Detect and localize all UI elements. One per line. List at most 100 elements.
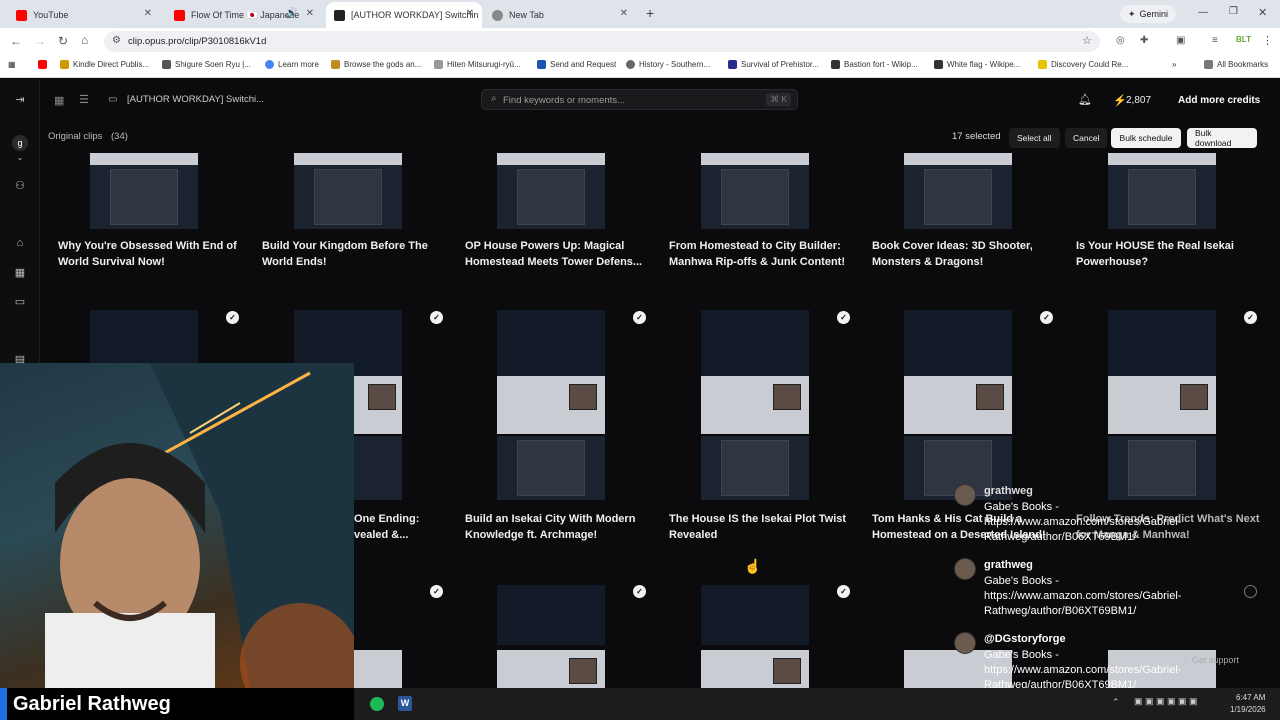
puzzle-icon[interactable]: ✚ [1140,35,1148,46]
selected-checkmark-icon[interactable]: ✓ [1244,311,1257,324]
selected-checkmark-icon[interactable]: ✓ [633,311,646,324]
bookmark-item[interactable]: Learn more [265,60,319,69]
clip-thumbnail[interactable] [354,436,402,500]
grid-view-icon[interactable]: ▦ [54,94,64,107]
select-all-button[interactable]: Select all [1009,128,1060,148]
all-bookmarks-link[interactable]: All Bookmarks [1204,60,1268,69]
clip-title[interactable]: Is Your HOUSE the Real Isekai Powerhouse… [1076,238,1261,270]
new-tab-button[interactable]: + [646,5,654,21]
clip-title[interactable]: Why You're Obsessed With End of World Su… [58,238,243,270]
clip-title[interactable]: Build an Isekai City With Modern Knowled… [465,511,650,543]
clip-thumbnail[interactable] [354,650,402,688]
bookmark-item[interactable]: History - Southern... [626,60,710,69]
reading-list-icon[interactable]: ≡ [1212,35,1218,46]
close-icon[interactable]: ✕ [466,8,474,19]
selected-checkmark-icon[interactable]: ✓ [837,585,850,598]
clip-thumbnail[interactable] [701,650,809,688]
grid-icon[interactable]: ▦ [13,266,27,280]
speaker-icon[interactable]: 🔊 [286,8,298,19]
clip-thumbnail[interactable] [497,310,605,376]
maximize-icon[interactable]: ❐ [1229,6,1238,17]
clip-thumbnail[interactable] [1108,153,1216,229]
clip-thumbnail[interactable] [1108,436,1216,500]
unselected-circle-icon[interactable] [1244,585,1257,598]
clip-thumbnail[interactable] [701,153,809,229]
profile-icon[interactable]: BLT [1236,35,1251,44]
tray-icons[interactable]: ▣ ▣ ▣ ▣ ▣ ▣ [1134,696,1198,707]
bulk-download-button[interactable]: Bulk download [1187,128,1257,148]
close-icon[interactable]: ✕ [144,8,152,19]
clip-thumbnail[interactable] [354,376,402,434]
bookmark-item[interactable]: Bastion fort - Wikip... [831,60,918,69]
bookmark-item[interactable]: Discovery Could Re... [1038,60,1128,69]
search-input[interactable]: ⌕ Find keywords or moments... ⌘ K [481,89,798,110]
home-icon[interactable]: ⌂ [13,237,27,251]
extension-icon[interactable]: ◎ [1116,35,1125,46]
clip-thumbnail[interactable] [701,310,809,376]
bookmark-item[interactable]: Survival of Prehistor... [728,60,819,69]
close-window-icon[interactable]: ✕ [1258,6,1267,19]
home-icon[interactable]: ⌂ [81,33,88,47]
clip-title[interactable]: Build Your Kingdom Before The World Ends… [262,238,447,270]
clip-title[interactable]: Book Cover Ideas: 3D Shooter, Monsters &… [872,238,1057,270]
back-icon[interactable]: ← [10,34,22,48]
clip-thumbnail[interactable] [497,436,605,500]
cancel-button[interactable]: Cancel [1065,128,1108,148]
clip-thumbnail[interactable] [497,650,605,688]
tray-chevron-icon[interactable]: ⌃ [1112,697,1120,708]
list-view-icon[interactable]: ☰ [79,93,89,106]
bulk-schedule-button[interactable]: Bulk schedule [1111,128,1181,148]
spotify-icon[interactable] [370,697,384,711]
clip-thumbnail[interactable] [904,310,1012,376]
close-icon[interactable]: ✕ [306,8,314,19]
bookmark-item[interactable]: Hiten Mitsurugi-ryū... [434,60,521,69]
bookmark-item[interactable]: Browse the gods an... [331,60,421,69]
add-credits-button[interactable]: Add more credits [1178,95,1260,106]
clip-thumbnail[interactable] [701,585,809,645]
apps-icon[interactable]: ▦ [8,60,16,69]
selected-checkmark-icon[interactable]: ✓ [430,311,443,324]
avatar[interactable]: g [12,135,28,151]
word-icon[interactable]: W [398,696,412,711]
more-bookmarks-icon[interactable]: » [1172,60,1176,69]
clip-thumbnail[interactable] [1108,310,1216,376]
reload-icon[interactable]: ↻ [58,34,68,48]
clip-thumbnail[interactable] [701,436,809,500]
selected-checkmark-icon[interactable]: ✓ [430,585,443,598]
clip-thumbnail[interactable] [497,153,605,229]
tab-new-tab[interactable]: New Tab ✕ [484,2,636,28]
tab-flow-of-time[interactable]: Flow Of Time 🇯🇵 Japanese 🔊 ✕ [166,2,322,28]
bookmark-item[interactable]: White flag - Wikipe... [934,60,1020,69]
clip-title[interactable]: One Ending: vealed &... [354,511,444,543]
clip-thumbnail[interactable] [904,376,1012,434]
bell-icon[interactable]: 🔔︎ [1078,93,1092,106]
menu-icon[interactable]: ⋮ [1262,34,1273,47]
clip-thumbnail[interactable] [497,376,605,434]
clip-thumbnail[interactable] [294,153,402,229]
forward-icon[interactable]: → [34,34,46,48]
clip-thumbnail[interactable] [497,585,605,645]
get-support-link[interactable]: ◌ Get support [1184,655,1239,665]
collapse-icon[interactable]: ⇥ [13,93,27,107]
tab-youtube[interactable]: YouTube ✕ [8,2,160,28]
clip-title[interactable]: From Homestead to City Builder: Manhwa R… [669,238,854,270]
bookmark-item[interactable]: Shigure Soen Ryu |... [162,60,251,69]
selected-checkmark-icon[interactable]: ✓ [633,585,646,598]
bookmark-item[interactable]: Kindle Direct Publis... [60,60,149,69]
clip-thumbnail[interactable] [90,153,198,229]
add-user-icon[interactable]: ⚇ [13,179,27,193]
tab-opus-clip[interactable]: [AUTHOR WORKDAY] Switchin ✕ [326,2,482,28]
selected-checkmark-icon[interactable]: ✓ [226,311,239,324]
omnibox[interactable]: ⚙ clip.opus.pro/clip/P3010816kV1d ☆ [104,31,1100,52]
site-info-icon[interactable]: ⚙ [112,35,121,46]
gemini-button[interactable]: ✦ Gemini [1120,5,1177,23]
selected-checkmark-icon[interactable]: ✓ [1040,311,1053,324]
clip-thumbnail[interactable] [904,153,1012,229]
clip-title[interactable]: OP House Powers Up: Magical Homestead Me… [465,238,650,270]
folder-icon[interactable]: ▭ [13,295,27,309]
bookmark-star-icon[interactable]: ☆ [1082,34,1092,47]
clip-title[interactable]: The House IS the Isekai Plot Twist Revea… [669,511,854,543]
minimize-icon[interactable]: — [1198,7,1208,18]
selected-checkmark-icon[interactable]: ✓ [837,311,850,324]
clip-thumbnail[interactable] [1108,376,1216,434]
